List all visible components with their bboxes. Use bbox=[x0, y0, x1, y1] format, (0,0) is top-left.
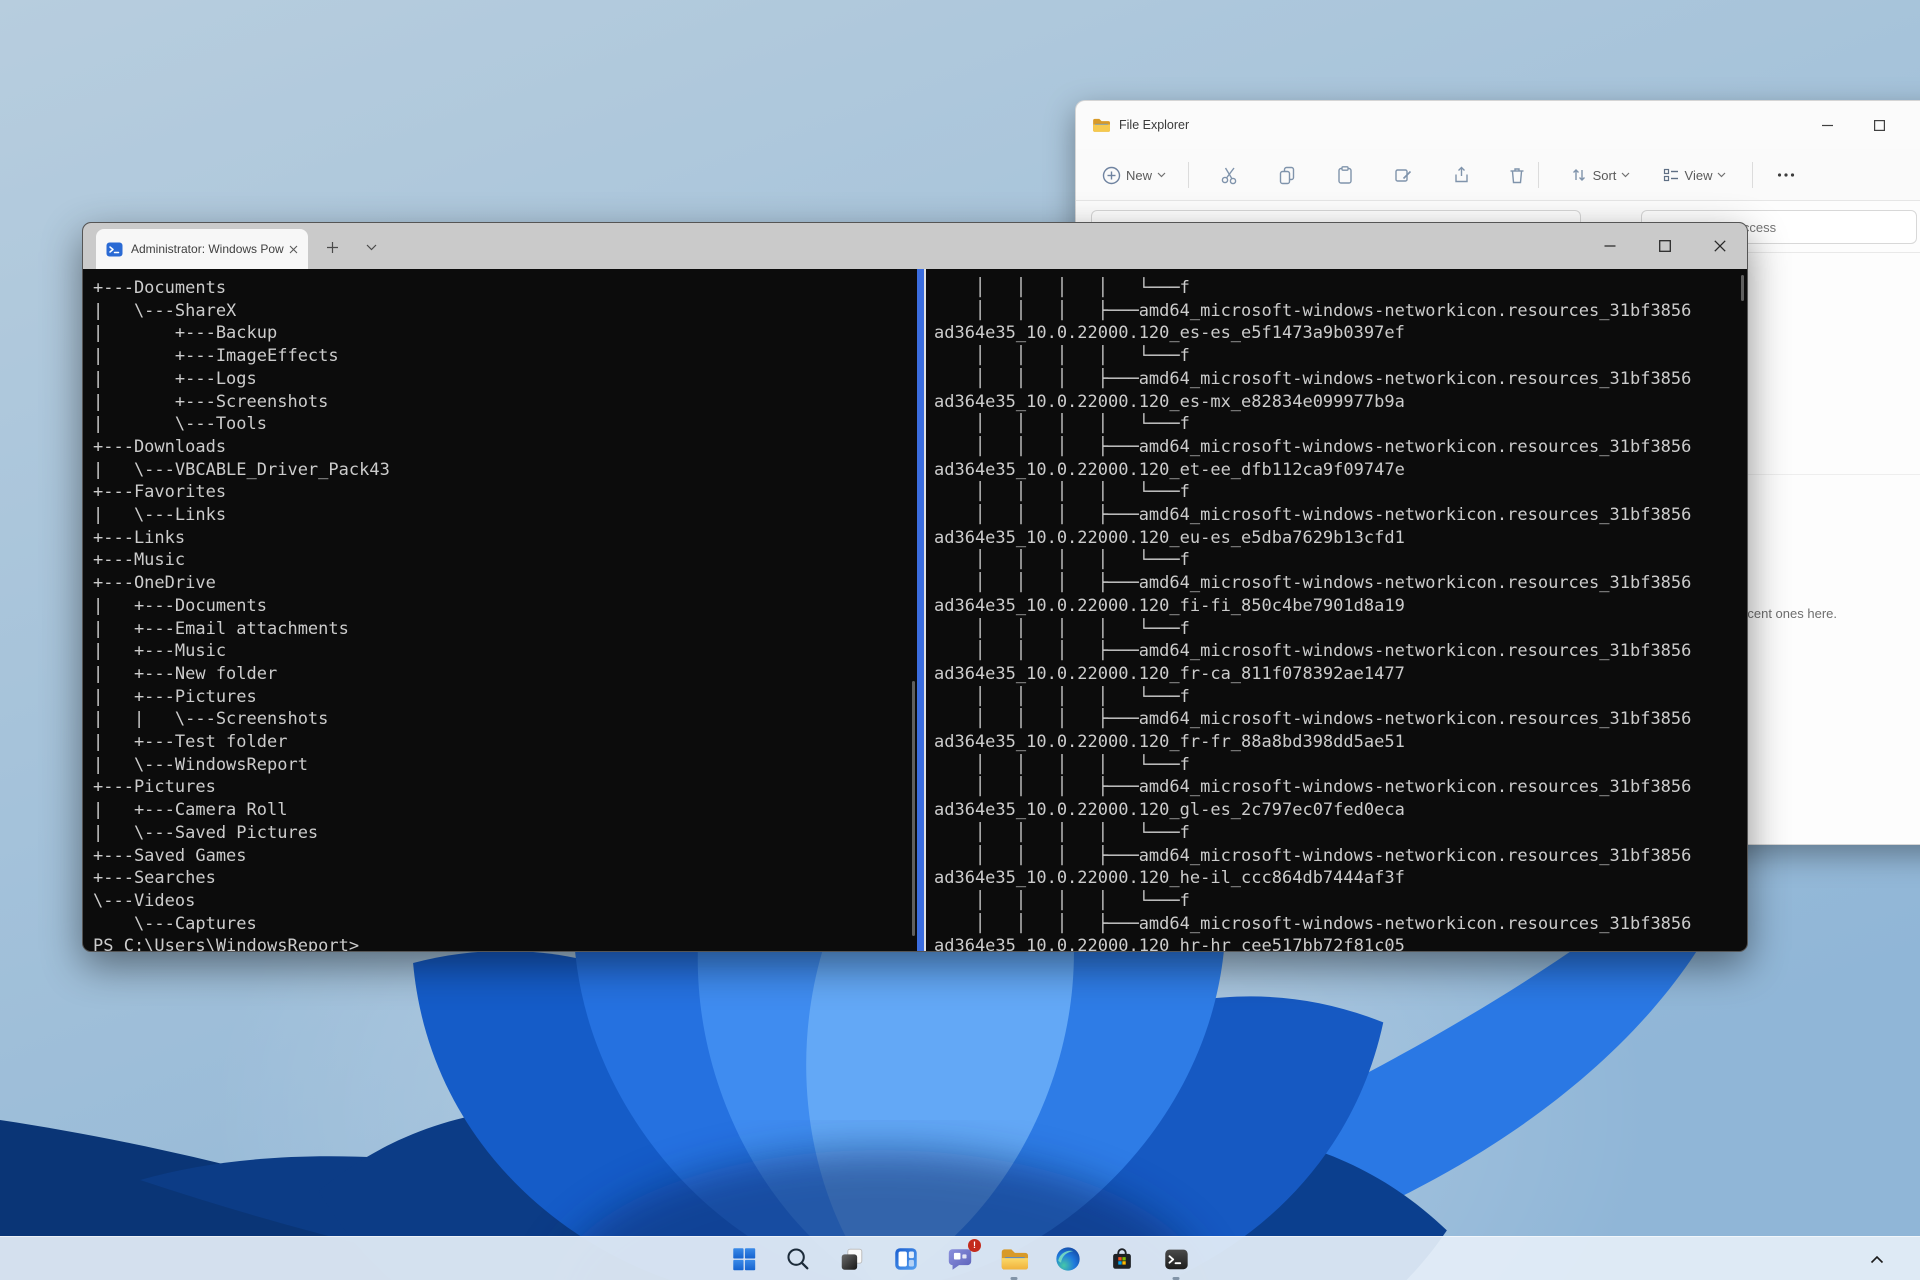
terminal-tab[interactable]: Administrator: Windows PowerS bbox=[96, 229, 308, 269]
edge-button[interactable] bbox=[1051, 1242, 1085, 1276]
paste-icon bbox=[1338, 166, 1352, 184]
minimize-button[interactable] bbox=[1582, 223, 1637, 269]
close-icon bbox=[1713, 240, 1726, 252]
sort-icon bbox=[1572, 169, 1585, 181]
tab-dropdown-button[interactable] bbox=[355, 231, 387, 263]
file-explorer-toolbar: New Sort View bbox=[1076, 149, 1920, 201]
delete-button[interactable] bbox=[1497, 157, 1537, 193]
cut-icon bbox=[1221, 167, 1237, 185]
toolbar-divider bbox=[1188, 162, 1189, 188]
file-explorer-window-controls bbox=[1801, 101, 1920, 149]
terminal-window: Administrator: Windows PowerS bbox=[82, 222, 1748, 952]
share-icon bbox=[1455, 166, 1468, 183]
terminal-pane-right[interactable]: │ │ │ │ └───f │ │ │ ├───amd64_microsoft-… bbox=[926, 269, 1747, 951]
left-pane-scrollbar[interactable] bbox=[912, 681, 915, 936]
file-explorer-title: File Explorer bbox=[1119, 118, 1190, 132]
folder-icon bbox=[1093, 118, 1110, 132]
cut-button[interactable] bbox=[1210, 157, 1250, 193]
close-button[interactable] bbox=[1905, 101, 1920, 149]
copy-icon bbox=[1279, 166, 1295, 185]
new-button[interactable]: New bbox=[1092, 157, 1176, 193]
maximize-button[interactable] bbox=[1853, 101, 1905, 149]
terminal-taskbar-button[interactable] bbox=[1159, 1242, 1193, 1280]
start-button[interactable] bbox=[727, 1242, 761, 1276]
search-icon bbox=[787, 1247, 809, 1269]
terminal-left-output: +---Documents | \---ShareX | +---Backup … bbox=[93, 278, 390, 951]
terminal-pane-left[interactable]: +---Documents | \---ShareX | +---Backup … bbox=[83, 269, 917, 951]
rename-button[interactable] bbox=[1383, 157, 1423, 193]
close-button[interactable] bbox=[1692, 223, 1747, 269]
new-tab-button[interactable] bbox=[315, 231, 349, 263]
maximize-icon bbox=[1658, 240, 1671, 252]
powershell-icon bbox=[106, 242, 123, 256]
task-view-button[interactable] bbox=[835, 1242, 869, 1276]
sort-button[interactable]: Sort bbox=[1554, 157, 1646, 193]
terminal-window-controls bbox=[1582, 223, 1747, 269]
pane-divider[interactable] bbox=[917, 269, 926, 951]
active-app-indicator bbox=[1010, 1276, 1018, 1280]
active-app-indicator bbox=[1172, 1276, 1180, 1280]
maximize-icon bbox=[1873, 119, 1885, 131]
terminal-tab-title: Administrator: Windows PowerS bbox=[131, 242, 284, 256]
minimize-button[interactable] bbox=[1801, 101, 1853, 149]
widgets-button[interactable] bbox=[889, 1242, 923, 1276]
show-hidden-icons-button[interactable] bbox=[1862, 1237, 1892, 1280]
file-explorer-icon bbox=[1001, 1248, 1028, 1269]
search-button[interactable] bbox=[781, 1242, 815, 1276]
terminal-body: +---Documents | \---ShareX | +---Backup … bbox=[83, 269, 1747, 951]
tab-close-button[interactable] bbox=[284, 240, 302, 258]
new-plus-icon bbox=[1102, 166, 1121, 184]
chevron-down-icon bbox=[1718, 172, 1726, 178]
chat-button[interactable]: ! bbox=[943, 1238, 981, 1276]
view-label: View bbox=[1684, 167, 1713, 183]
file-explorer-taskbar-button[interactable] bbox=[997, 1242, 1031, 1280]
more-options-button[interactable] bbox=[1766, 157, 1806, 193]
taskbar-icons: ! bbox=[727, 1238, 1193, 1280]
toolbar-divider bbox=[1752, 162, 1753, 188]
minimize-icon bbox=[1821, 124, 1833, 126]
minimize-icon bbox=[1604, 245, 1615, 247]
maximize-button[interactable] bbox=[1637, 223, 1692, 269]
right-pane-scrollbar[interactable] bbox=[1741, 275, 1744, 301]
chevron-up-icon bbox=[1870, 1255, 1884, 1263]
microsoft-store-icon bbox=[1113, 1247, 1131, 1269]
desktop: File Explorer New Sort View Search Quick… bbox=[0, 0, 1920, 1280]
chat-notification-badge: ! bbox=[968, 1238, 981, 1252]
file-explorer-titlebar[interactable]: File Explorer bbox=[1076, 101, 1920, 149]
plus-icon bbox=[326, 241, 338, 253]
taskbar: ! bbox=[0, 1236, 1920, 1280]
terminal-right-output: │ │ │ │ └───f │ │ │ ├───amd64_microsoft-… bbox=[934, 278, 1692, 951]
task-view-icon bbox=[841, 1248, 863, 1270]
terminal-icon bbox=[1165, 1249, 1188, 1269]
windows-start-icon bbox=[733, 1247, 756, 1270]
trash-icon bbox=[1510, 168, 1524, 184]
rename-icon bbox=[1395, 169, 1412, 182]
new-label: New bbox=[1125, 167, 1152, 183]
terminal-tabbar[interactable]: Administrator: Windows PowerS bbox=[83, 223, 1747, 269]
paste-button[interactable] bbox=[1325, 157, 1365, 193]
share-button[interactable] bbox=[1441, 157, 1481, 193]
chevron-down-icon bbox=[366, 244, 376, 250]
view-icon bbox=[1663, 168, 1678, 182]
store-button[interactable] bbox=[1105, 1242, 1139, 1276]
view-button[interactable]: View bbox=[1648, 157, 1740, 193]
sort-label: Sort bbox=[1592, 167, 1617, 183]
chevron-down-icon bbox=[1157, 172, 1166, 178]
ellipsis-icon bbox=[1777, 173, 1795, 177]
close-icon bbox=[289, 245, 297, 253]
copy-button[interactable] bbox=[1267, 157, 1307, 193]
chevron-down-icon bbox=[1621, 172, 1630, 178]
edge-icon bbox=[1056, 1246, 1080, 1271]
toolbar-divider bbox=[1538, 162, 1539, 188]
widgets-icon bbox=[895, 1247, 917, 1270]
